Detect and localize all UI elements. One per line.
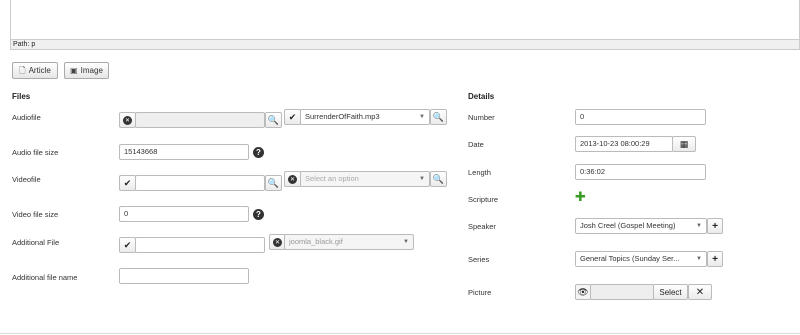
- details-heading: Details: [468, 92, 495, 101]
- picture-clear-button[interactable]: ✕: [688, 284, 712, 300]
- additional-file-label: Additional File: [12, 238, 60, 247]
- eye-icon: 👁: [577, 286, 589, 297]
- speaker-select-value: Josh Creel (Gospel Meeting): [580, 221, 676, 230]
- check-icon: ✔: [288, 111, 297, 122]
- plus-icon: +: [712, 220, 718, 232]
- date-label: Date: [468, 140, 484, 149]
- picture-select-label: Select: [659, 287, 682, 297]
- additional-name-input[interactable]: [119, 268, 249, 284]
- clear-icon: ✕: [123, 115, 132, 125]
- additional-file-input[interactable]: [135, 237, 265, 253]
- audiofile-select-check-button[interactable]: ✔: [284, 109, 301, 125]
- clear-icon: ✕: [273, 237, 282, 247]
- additional-file-check-button[interactable]: ✔: [119, 237, 136, 253]
- additional-file-select[interactable]: joomla_black.gif ▼: [284, 234, 414, 250]
- audiofile-label: Audiofile: [12, 113, 41, 122]
- chevron-down-icon: ▼: [403, 239, 409, 245]
- series-select[interactable]: General Topics (Sunday Ser... ▼: [575, 251, 707, 267]
- speaker-select[interactable]: Josh Creel (Gospel Meeting) ▼: [575, 218, 707, 234]
- length-input[interactable]: 0:36:02: [575, 164, 706, 180]
- add-series-button[interactable]: +: [707, 251, 723, 267]
- date-input[interactable]: 2013-10-23 08:00:29: [575, 136, 673, 152]
- plus-icon: +: [712, 253, 718, 265]
- image-icon: ▣: [70, 66, 78, 75]
- videofile-select-placeholder: Select an option: [305, 174, 359, 183]
- search-icon: 🔍: [432, 111, 445, 122]
- audiofile-select-browse-button[interactable]: 🔍: [430, 109, 447, 125]
- additional-file-select-value: joomla_black.gif: [289, 237, 343, 246]
- bottom-divider: [0, 333, 800, 334]
- speaker-label: Speaker: [468, 222, 496, 231]
- clear-icon: ✕: [288, 174, 297, 184]
- calendar-icon: ▦: [679, 138, 689, 149]
- audiofile-browse-button[interactable]: 🔍: [265, 112, 282, 128]
- date-picker-button[interactable]: ▦: [672, 136, 696, 152]
- number-label: Number: [468, 113, 495, 122]
- additional-name-label: Additional file name: [12, 273, 78, 282]
- document-icon: 🗋: [19, 66, 26, 75]
- search-icon: 🔍: [432, 173, 445, 184]
- videofile-label: Videofile: [12, 175, 41, 184]
- video-size-input[interactable]: 0: [119, 206, 249, 222]
- check-icon: ✔: [123, 177, 132, 188]
- number-input[interactable]: 0: [575, 109, 706, 125]
- chevron-down-icon: ▼: [419, 176, 425, 182]
- editor-path-bar: Path: p: [10, 39, 800, 50]
- files-heading: Files: [12, 92, 31, 101]
- videofile-select-browse-button[interactable]: 🔍: [430, 171, 447, 187]
- check-icon: ✔: [123, 239, 132, 250]
- picture-preview-button[interactable]: 👁: [575, 284, 591, 300]
- picture-label: Picture: [468, 288, 492, 297]
- videofile-select-clear-button[interactable]: ✕: [284, 171, 301, 187]
- path-label: Path:: [13, 41, 30, 48]
- audiofile-select-value: SurrenderOfFaith.mp3: [305, 112, 380, 121]
- videofile-check-button[interactable]: ✔: [119, 175, 136, 191]
- series-label: Series: [468, 255, 490, 264]
- chevron-down-icon: ▼: [696, 223, 702, 229]
- article-button-label: Article: [28, 66, 51, 75]
- videofile-select[interactable]: Select an option ▼: [300, 171, 430, 187]
- video-size-label: Video file size: [12, 210, 59, 219]
- audiofile-select[interactable]: SurrenderOfFaith.mp3 ▼: [300, 109, 430, 125]
- add-scripture-plus-icon[interactable]: ✚: [575, 190, 586, 203]
- image-button-label: Image: [80, 66, 103, 75]
- add-speaker-button[interactable]: +: [707, 218, 723, 234]
- image-button[interactable]: ▣ Image: [64, 62, 109, 79]
- chevron-down-icon: ▼: [419, 114, 425, 120]
- help-icon[interactable]: ?: [253, 147, 264, 158]
- search-icon: 🔍: [267, 114, 280, 125]
- audio-size-label: Audio file size: [12, 148, 59, 157]
- videofile-input[interactable]: [135, 175, 265, 191]
- search-icon: 🔍: [267, 177, 280, 188]
- videofile-browse-button[interactable]: 🔍: [265, 175, 282, 191]
- audiofile-clear-button[interactable]: ✕: [119, 112, 136, 128]
- scripture-label: Scripture: [468, 195, 499, 204]
- length-label: Length: [468, 168, 491, 177]
- close-icon: ✕: [695, 286, 705, 298]
- help-icon[interactable]: ?: [253, 209, 264, 220]
- audiofile-input[interactable]: [135, 112, 265, 128]
- audio-size-input[interactable]: 15143668: [119, 144, 249, 160]
- picture-input: [590, 284, 654, 300]
- chevron-down-icon: ▼: [696, 256, 702, 262]
- series-select-value: General Topics (Sunday Ser...: [580, 254, 680, 263]
- path-value: p: [31, 41, 36, 48]
- article-button[interactable]: 🗋 Article: [12, 62, 58, 79]
- picture-select-button[interactable]: Select: [653, 284, 688, 300]
